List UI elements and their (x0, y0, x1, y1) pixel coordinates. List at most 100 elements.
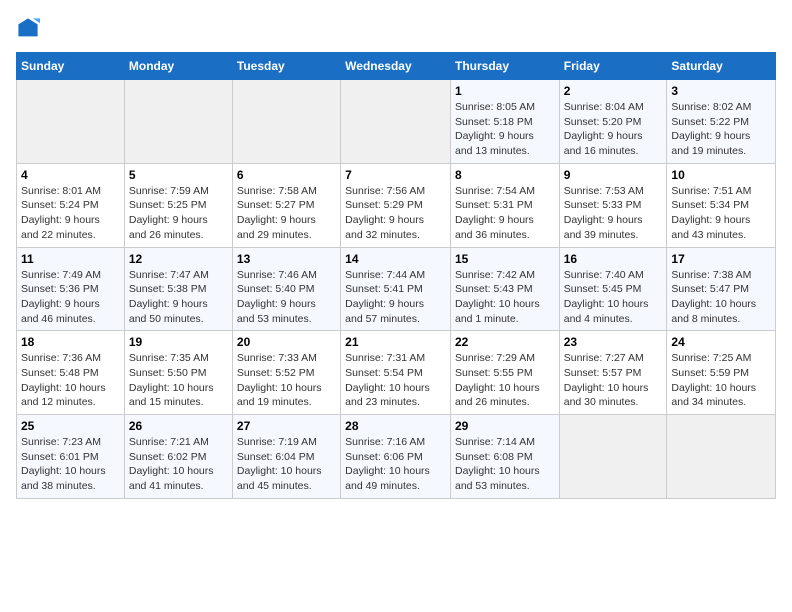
calendar-cell: 6 Sunrise: 7:58 AM Sunset: 5:27 PM Daylig… (232, 163, 340, 247)
day-info: Sunrise: 7:56 AM Sunset: 5:29 PM Dayligh… (345, 184, 446, 243)
calendar-cell: 1 Sunrise: 8:05 AM Sunset: 5:18 PM Daylig… (450, 80, 559, 164)
calendar-week-row: 18 Sunrise: 7:36 AM Sunset: 5:48 PM Dayli… (17, 331, 776, 415)
day-info: Sunrise: 7:35 AM Sunset: 5:50 PM Dayligh… (129, 351, 228, 410)
day-number: 14 (345, 252, 446, 266)
calendar-cell: 9 Sunrise: 7:53 AM Sunset: 5:33 PM Daylig… (559, 163, 667, 247)
day-number: 9 (564, 168, 663, 182)
calendar-cell: 25Sunrise: 7:23 AM Sunset: 6:01 PM Dayli… (17, 415, 125, 499)
calendar-table: SundayMondayTuesdayWednesdayThursdayFrid… (16, 52, 776, 499)
calendar-cell: 20Sunrise: 7:33 AM Sunset: 5:52 PM Dayli… (232, 331, 340, 415)
day-number: 7 (345, 168, 446, 182)
calendar-cell: 28 Sunrise: 7:16 AM Sunset: 6:06 PM Dayli… (341, 415, 451, 499)
day-info: Sunrise: 7:36 AM Sunset: 5:48 PM Dayligh… (21, 351, 120, 410)
header (16, 16, 776, 40)
day-number: 18 (21, 335, 120, 349)
weekday-header-friday: Friday (559, 53, 667, 80)
calendar-week-row: 4 Sunrise: 8:01 AM Sunset: 5:24 PM Daylig… (17, 163, 776, 247)
day-number: 8 (455, 168, 555, 182)
weekday-header-sunday: Sunday (17, 53, 125, 80)
day-info: Sunrise: 7:14 AM Sunset: 6:08 PM Dayligh… (455, 435, 555, 494)
calendar-cell: 16 Sunrise: 7:40 AM Sunset: 5:45 PM Dayli… (559, 247, 667, 331)
calendar-cell (232, 80, 340, 164)
calendar-cell: 8 Sunrise: 7:54 AM Sunset: 5:31 PM Daylig… (450, 163, 559, 247)
weekday-header-tuesday: Tuesday (232, 53, 340, 80)
day-info: Sunrise: 7:29 AM Sunset: 5:55 PM Dayligh… (455, 351, 555, 410)
day-info: Sunrise: 7:40 AM Sunset: 5:45 PM Dayligh… (564, 268, 663, 327)
calendar-cell: 5 Sunrise: 7:59 AM Sunset: 5:25 PM Daylig… (124, 163, 232, 247)
calendar-cell: 29 Sunrise: 7:14 AM Sunset: 6:08 PM Dayli… (450, 415, 559, 499)
day-number: 22 (455, 335, 555, 349)
calendar-cell: 10 Sunrise: 7:51 AM Sunset: 5:34 PM Dayli… (667, 163, 776, 247)
day-number: 17 (671, 252, 771, 266)
day-info: Sunrise: 7:44 AM Sunset: 5:41 PM Dayligh… (345, 268, 446, 327)
weekday-header-wednesday: Wednesday (341, 53, 451, 80)
day-number: 26 (129, 419, 228, 433)
day-info: Sunrise: 7:31 AM Sunset: 5:54 PM Dayligh… (345, 351, 446, 410)
calendar-cell: 21 Sunrise: 7:31 AM Sunset: 5:54 PM Dayli… (341, 331, 451, 415)
day-info: Sunrise: 8:05 AM Sunset: 5:18 PM Dayligh… (455, 100, 555, 159)
calendar-cell: 22 Sunrise: 7:29 AM Sunset: 5:55 PM Dayli… (450, 331, 559, 415)
day-info: Sunrise: 7:25 AM Sunset: 5:59 PM Dayligh… (671, 351, 771, 410)
day-number: 11 (21, 252, 120, 266)
day-info: Sunrise: 7:59 AM Sunset: 5:25 PM Dayligh… (129, 184, 228, 243)
day-info: Sunrise: 8:02 AM Sunset: 5:22 PM Dayligh… (671, 100, 771, 159)
logo (16, 16, 44, 40)
day-number: 24 (671, 335, 771, 349)
day-number: 12 (129, 252, 228, 266)
calendar-cell (341, 80, 451, 164)
day-number: 23 (564, 335, 663, 349)
day-info: Sunrise: 7:53 AM Sunset: 5:33 PM Dayligh… (564, 184, 663, 243)
calendar-cell: 11 Sunrise: 7:49 AM Sunset: 5:36 PM Dayli… (17, 247, 125, 331)
day-info: Sunrise: 7:47 AM Sunset: 5:38 PM Dayligh… (129, 268, 228, 327)
calendar-cell: 14 Sunrise: 7:44 AM Sunset: 5:41 PM Dayli… (341, 247, 451, 331)
logo-icon (16, 16, 40, 40)
day-number: 29 (455, 419, 555, 433)
day-info: Sunrise: 7:19 AM Sunset: 6:04 PM Dayligh… (237, 435, 336, 494)
day-info: Sunrise: 7:21 AM Sunset: 6:02 PM Dayligh… (129, 435, 228, 494)
calendar-cell: 26 Sunrise: 7:21 AM Sunset: 6:02 PM Dayli… (124, 415, 232, 499)
day-number: 4 (21, 168, 120, 182)
day-number: 16 (564, 252, 663, 266)
day-info: Sunrise: 7:16 AM Sunset: 6:06 PM Dayligh… (345, 435, 446, 494)
calendar-cell: 15 Sunrise: 7:42 AM Sunset: 5:43 PM Dayli… (450, 247, 559, 331)
day-info: Sunrise: 7:51 AM Sunset: 5:34 PM Dayligh… (671, 184, 771, 243)
calendar-cell: 24 Sunrise: 7:25 AM Sunset: 5:59 PM Dayli… (667, 331, 776, 415)
weekday-header-thursday: Thursday (450, 53, 559, 80)
day-number: 13 (237, 252, 336, 266)
weekday-header-row: SundayMondayTuesdayWednesdayThursdayFrid… (17, 53, 776, 80)
day-info: Sunrise: 7:38 AM Sunset: 5:47 PM Dayligh… (671, 268, 771, 327)
calendar-week-row: 25Sunrise: 7:23 AM Sunset: 6:01 PM Dayli… (17, 415, 776, 499)
day-number: 19 (129, 335, 228, 349)
weekday-header-saturday: Saturday (667, 53, 776, 80)
day-number: 6 (237, 168, 336, 182)
day-info: Sunrise: 7:58 AM Sunset: 5:27 PM Dayligh… (237, 184, 336, 243)
day-info: Sunrise: 7:46 AM Sunset: 5:40 PM Dayligh… (237, 268, 336, 327)
calendar-cell: 23Sunrise: 7:27 AM Sunset: 5:57 PM Dayli… (559, 331, 667, 415)
day-info: Sunrise: 7:42 AM Sunset: 5:43 PM Dayligh… (455, 268, 555, 327)
calendar-cell: 27 Sunrise: 7:19 AM Sunset: 6:04 PM Dayli… (232, 415, 340, 499)
day-info: Sunrise: 8:01 AM Sunset: 5:24 PM Dayligh… (21, 184, 120, 243)
calendar-cell (667, 415, 776, 499)
day-info: Sunrise: 7:23 AM Sunset: 6:01 PM Dayligh… (21, 435, 120, 494)
day-number: 2 (564, 84, 663, 98)
day-number: 28 (345, 419, 446, 433)
day-number: 15 (455, 252, 555, 266)
calendar-cell: 17 Sunrise: 7:38 AM Sunset: 5:47 PM Dayli… (667, 247, 776, 331)
calendar-cell (559, 415, 667, 499)
day-number: 21 (345, 335, 446, 349)
calendar-cell: 2Sunrise: 8:04 AM Sunset: 5:20 PM Daylig… (559, 80, 667, 164)
day-number: 1 (455, 84, 555, 98)
calendar-cell: 13 Sunrise: 7:46 AM Sunset: 5:40 PM Dayli… (232, 247, 340, 331)
day-number: 10 (671, 168, 771, 182)
day-number: 27 (237, 419, 336, 433)
calendar-cell: 18 Sunrise: 7:36 AM Sunset: 5:48 PM Dayli… (17, 331, 125, 415)
calendar-cell: 4 Sunrise: 8:01 AM Sunset: 5:24 PM Daylig… (17, 163, 125, 247)
calendar-cell: 7 Sunrise: 7:56 AM Sunset: 5:29 PM Daylig… (341, 163, 451, 247)
day-info: Sunrise: 7:54 AM Sunset: 5:31 PM Dayligh… (455, 184, 555, 243)
calendar-cell (124, 80, 232, 164)
calendar-week-row: 11 Sunrise: 7:49 AM Sunset: 5:36 PM Dayli… (17, 247, 776, 331)
day-info: Sunrise: 7:49 AM Sunset: 5:36 PM Dayligh… (21, 268, 120, 327)
calendar-cell: 3 Sunrise: 8:02 AM Sunset: 5:22 PM Daylig… (667, 80, 776, 164)
day-number: 3 (671, 84, 771, 98)
day-number: 5 (129, 168, 228, 182)
